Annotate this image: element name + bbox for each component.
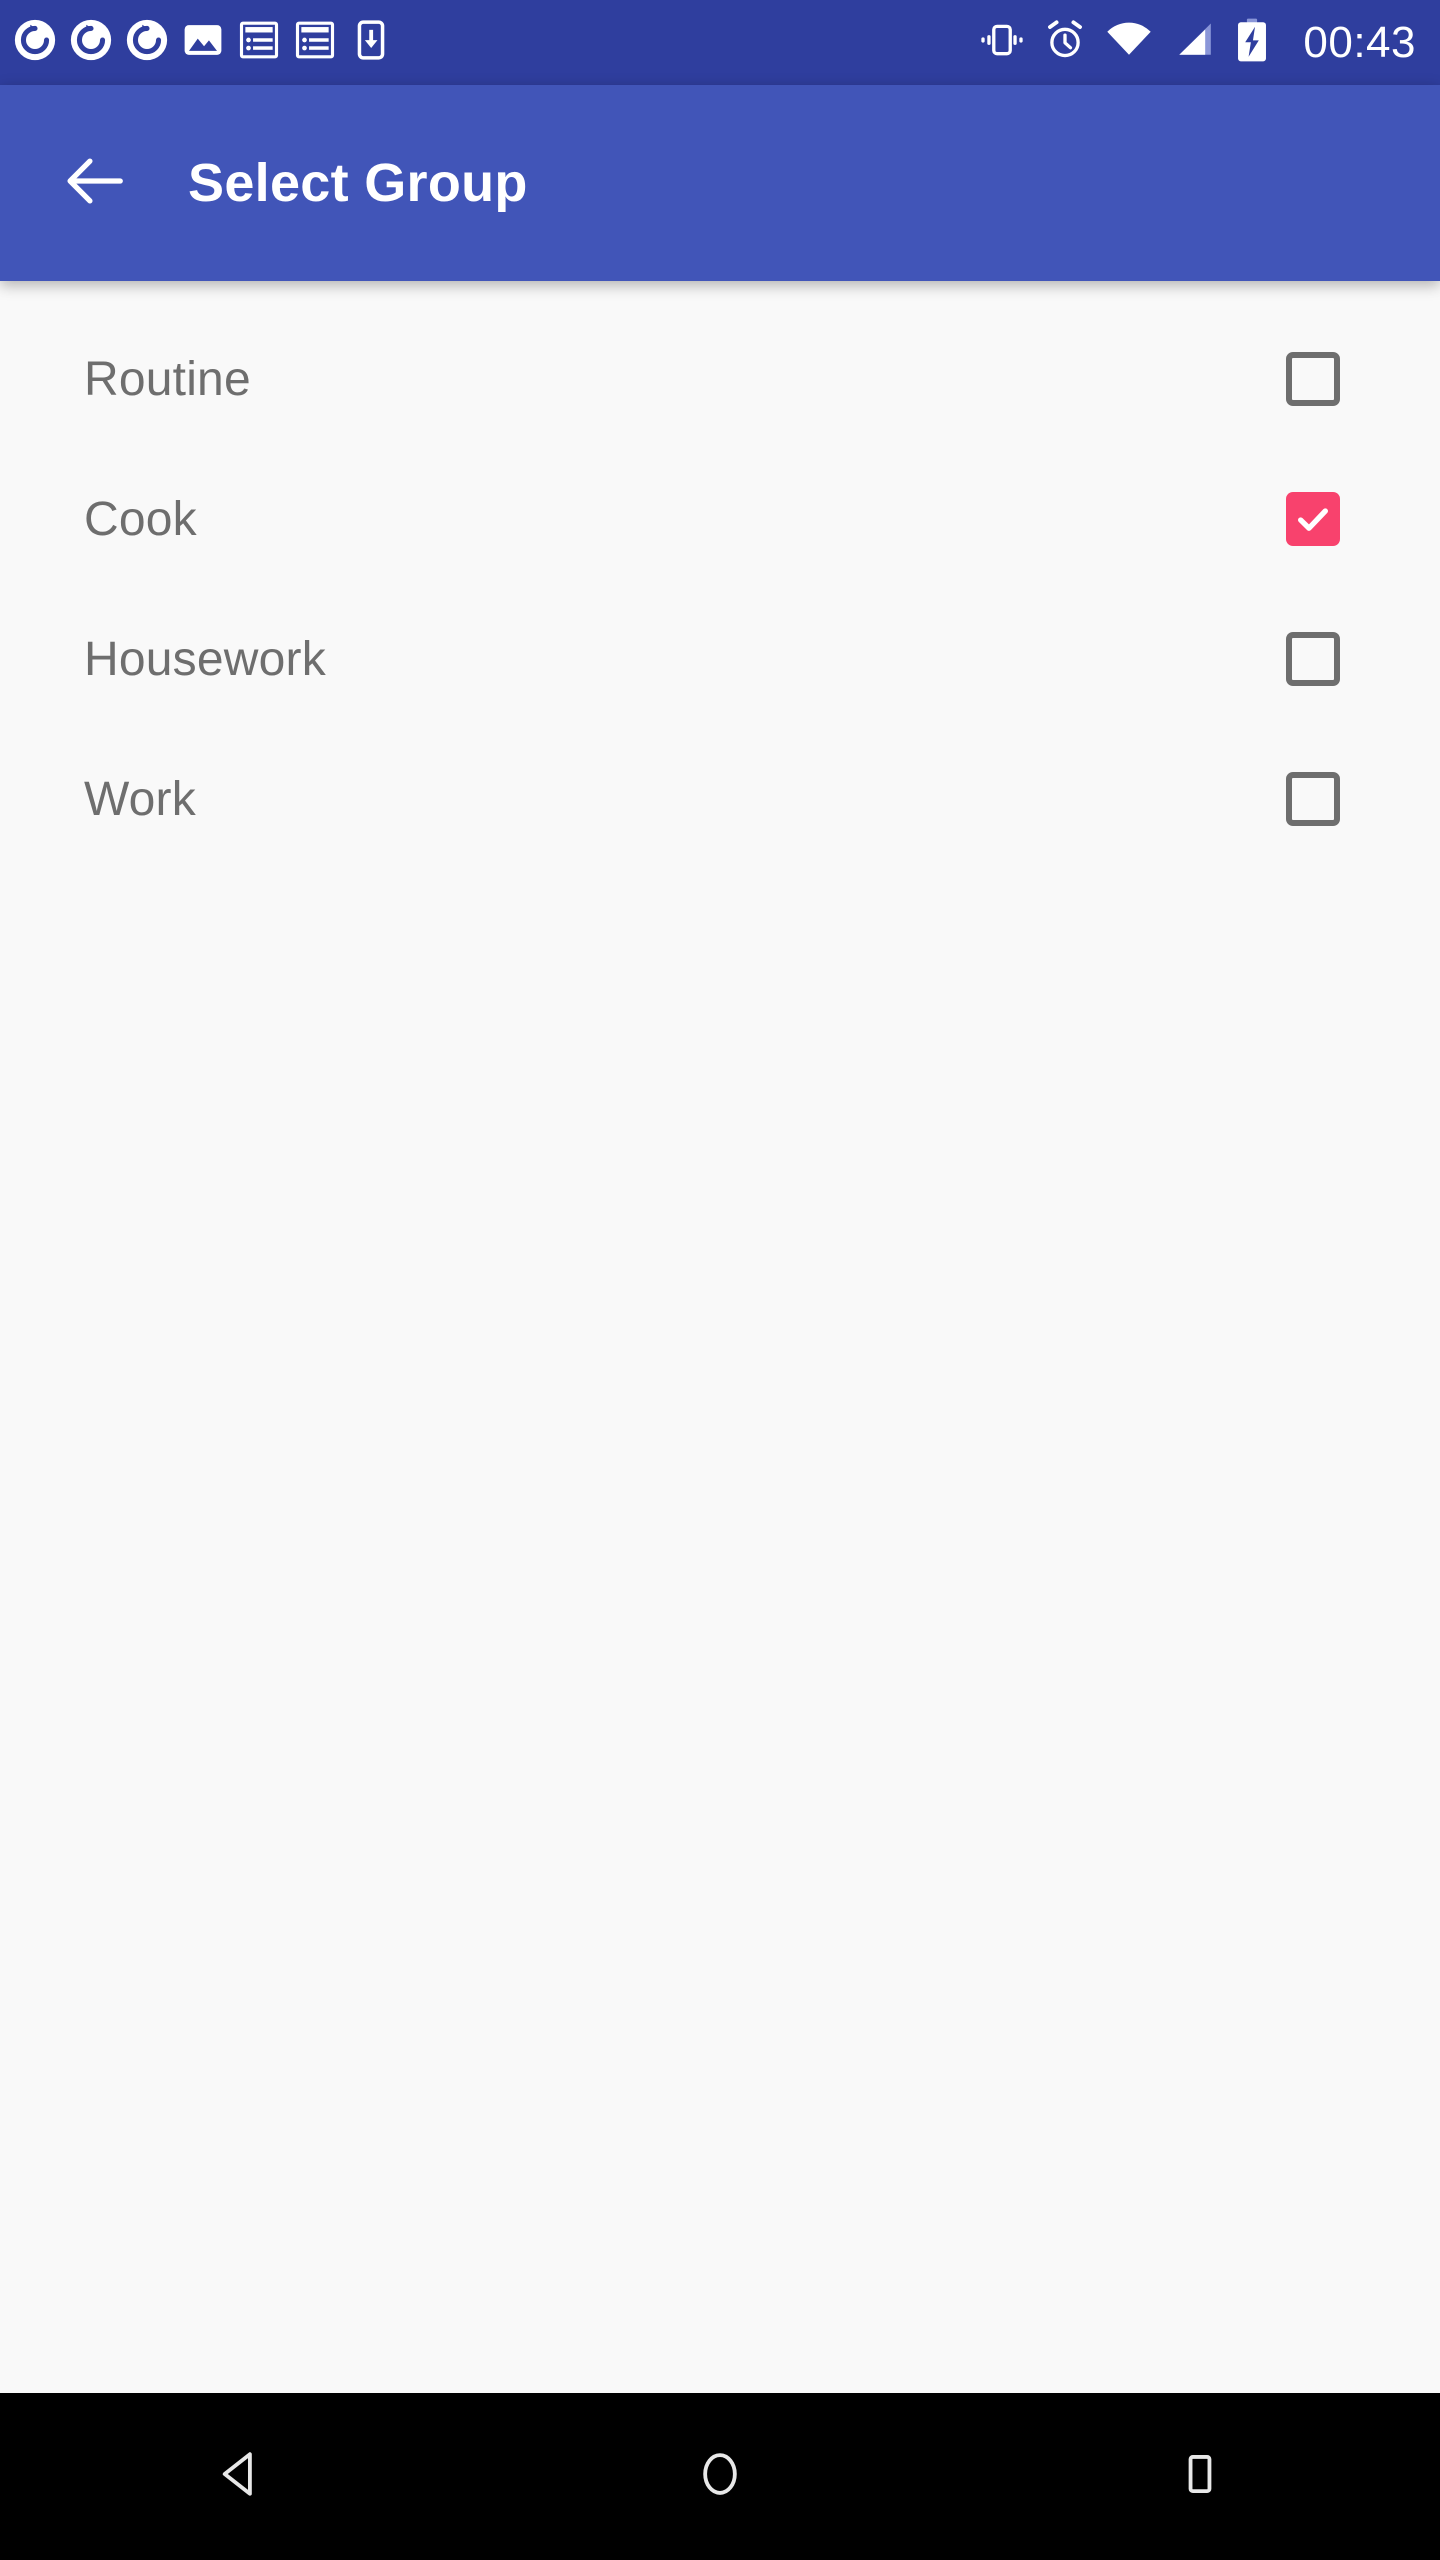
android-navigation-bar [0, 2393, 1440, 2560]
list-item-label: Housework [84, 632, 326, 686]
circle-icon [693, 2447, 747, 2506]
checkbox-unchecked-icon [1286, 352, 1340, 406]
sync-icon-3 [126, 19, 168, 66]
back-button[interactable] [48, 137, 140, 229]
status-bar-left-icons [14, 19, 392, 66]
download-to-phone-icon [350, 19, 392, 66]
status-bar-clock: 00:43 [1303, 17, 1416, 67]
article-icon-2 [294, 19, 336, 66]
vibrate-icon [979, 19, 1025, 66]
group-checkbox[interactable] [1270, 756, 1356, 842]
list-item[interactable]: Work [0, 729, 1440, 869]
sync-icon-2 [70, 19, 112, 66]
list-item[interactable]: Cook [0, 449, 1440, 589]
nav-home-button[interactable] [620, 2393, 820, 2560]
signal-icon [1171, 19, 1217, 66]
nav-recents-button[interactable] [1100, 2393, 1300, 2560]
list-item-label: Routine [84, 352, 251, 406]
nav-back-button[interactable] [140, 2393, 340, 2560]
article-icon-1 [238, 19, 280, 66]
group-checkbox[interactable] [1270, 616, 1356, 702]
triangle-left-icon [213, 2447, 267, 2506]
status-bar-right-icons: 00:43 [979, 17, 1416, 68]
checkbox-checked-icon [1286, 492, 1340, 546]
alarm-icon [1043, 19, 1087, 66]
list-item-label: Work [84, 772, 196, 826]
list-item[interactable]: Routine [0, 309, 1440, 449]
app-bar: Select Group [0, 85, 1440, 281]
list-item[interactable]: Housework [0, 589, 1440, 729]
image-icon [182, 19, 224, 66]
list-item-label: Cook [84, 492, 197, 546]
phone-screen: 00:43 Select Group Routine Cook Housewor… [0, 0, 1440, 2560]
sync-icon-1 [14, 19, 56, 66]
arrow-left-icon [59, 146, 129, 221]
square-icon [1173, 2447, 1227, 2506]
wifi-icon [1105, 19, 1153, 66]
group-checkbox[interactable] [1270, 336, 1356, 422]
page-title: Select Group [188, 153, 528, 213]
checkbox-unchecked-icon [1286, 772, 1340, 826]
checkbox-unchecked-icon [1286, 632, 1340, 686]
status-bar: 00:43 [0, 0, 1440, 85]
group-list: Routine Cook Housework Work [0, 281, 1440, 2393]
group-checkbox[interactable] [1270, 476, 1356, 562]
battery-charging-icon [1235, 17, 1269, 68]
